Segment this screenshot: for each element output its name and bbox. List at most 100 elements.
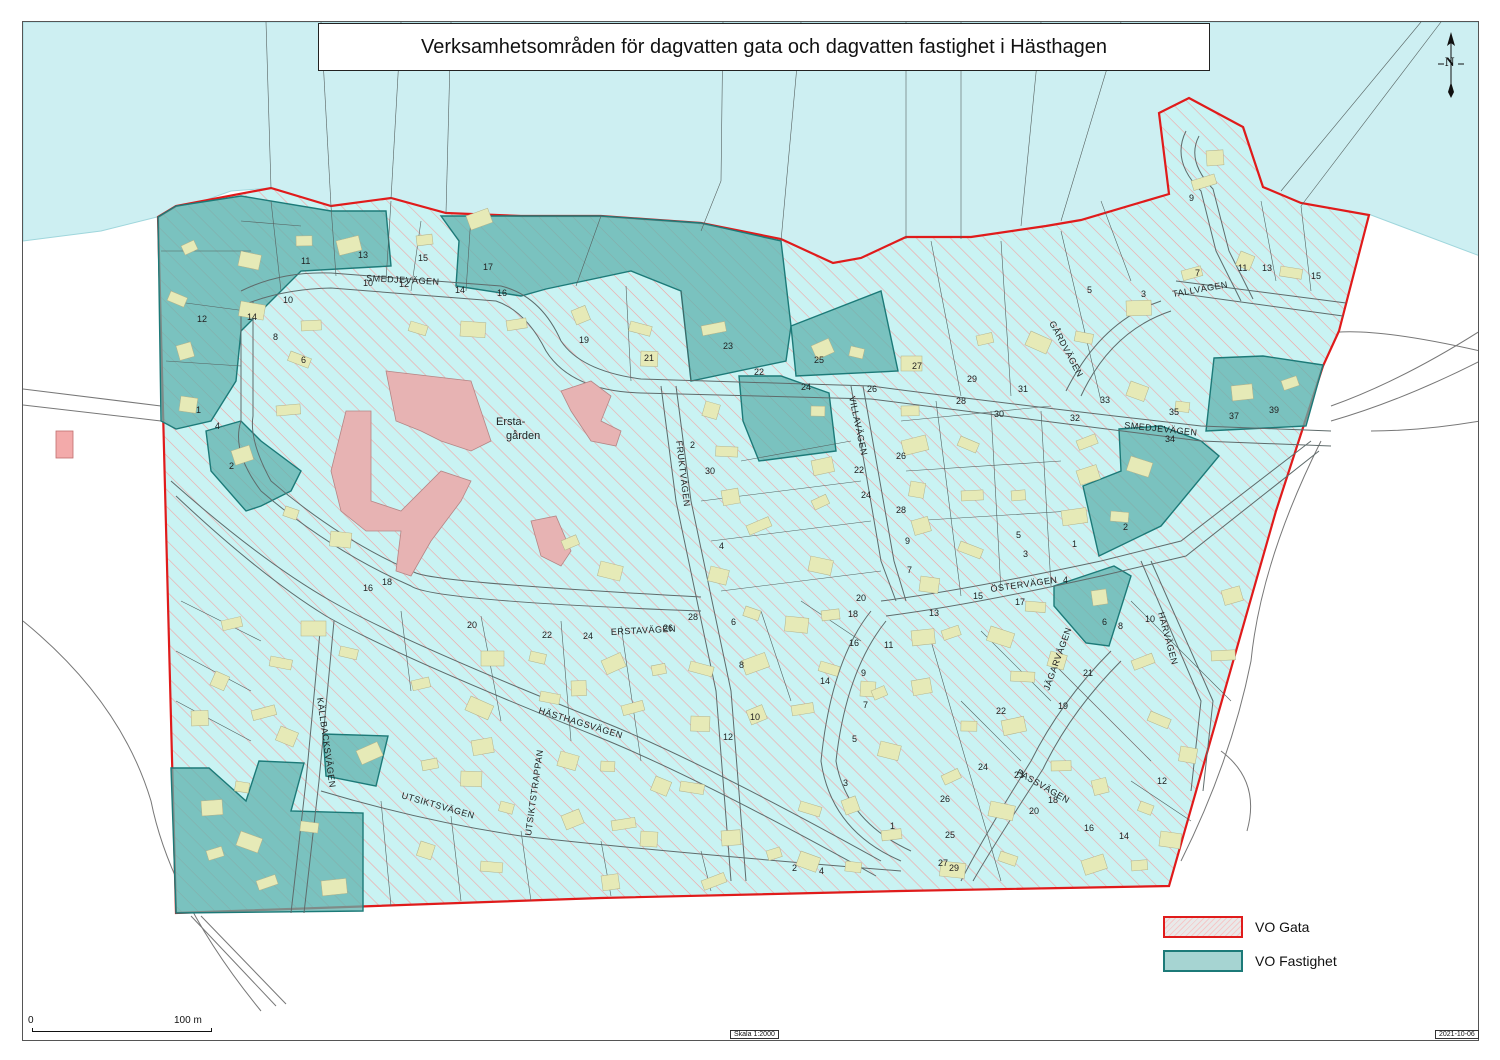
plot-number: 24 [583,631,593,641]
outside-building [55,430,74,459]
legend-item-gata: VO Gata [1163,910,1337,944]
plot-number: 30 [994,409,1004,419]
plot-number: 14 [1119,831,1129,841]
house [690,715,711,732]
plot-number: 26 [663,623,673,633]
plot-number: 4 [819,866,824,876]
plot-number: 26 [867,384,877,394]
plot-number: 1 [196,405,201,415]
house [1125,299,1152,317]
plot-number: 4 [215,421,220,431]
map-title: Verksamhetsområden för dagvatten gata oc… [318,23,1210,71]
plot-number: 5 [1016,530,1021,540]
plot-number: 30 [705,466,715,476]
plot-number: 29 [949,863,959,873]
house [200,799,224,817]
legend-label-gata: VO Gata [1255,919,1310,935]
house [784,615,810,634]
house [300,319,322,332]
plot-number: 8 [739,660,744,670]
plot-number: 19 [1058,701,1068,711]
legend-swatch-fastighet [1163,950,1243,972]
plot-number: 8 [1118,621,1123,631]
fastighet-ne-1[interactable] [1205,355,1324,432]
house [960,489,984,502]
plot-number: 23 [1014,770,1024,780]
plot-number: 10 [1145,614,1155,624]
north-arrow: N [1436,30,1466,100]
plot-number: 31 [1018,384,1028,394]
plot-number: 11 [884,640,893,650]
plot-number: 6 [1102,617,1107,627]
house [1178,745,1199,765]
house [910,628,936,647]
house [459,320,487,338]
house [910,677,933,697]
plot-number: 37 [1229,411,1239,421]
house [715,445,739,458]
plot-number: 17 [483,262,493,272]
plot-number: 1 [1072,539,1077,549]
plot-number: 16 [497,288,507,298]
place-label-ersta-1: Ersta- [496,416,526,428]
plot-number: 22 [542,630,552,640]
house [1050,760,1072,772]
plot-number: 5 [852,734,857,744]
plot-number: 25 [814,355,824,365]
house [329,530,353,549]
scale-bar-line [32,1028,212,1032]
plot-number: 24 [978,762,988,772]
house [639,830,659,848]
plot-number: 10 [283,295,293,305]
scale-text: Skala 1:2000 [730,1030,779,1039]
house [960,720,978,732]
map-canvas[interactable]: SMEDJEVÄGEN SMEDJEVÄGEN TALLVÄGEN GÅRDVÄ… [23,22,1479,1041]
house [1210,649,1236,662]
plot-number: 6 [301,355,306,365]
plot-number: 10 [363,278,373,288]
plot-number: 14 [247,312,257,322]
house [600,873,621,892]
legend: VO Gata VO Fastighet [1163,910,1337,978]
plot-number: 14 [455,285,465,295]
plot-number: 11 [301,256,310,266]
house [720,829,742,847]
house [234,780,251,794]
house [460,770,483,787]
legend-item-fastighet: VO Fastighet [1163,944,1337,978]
plot-number: 18 [848,609,858,619]
house [820,608,841,622]
plot-number: 18 [1048,795,1058,805]
plot-number: 32 [1070,413,1080,423]
plot-number: 12 [723,732,733,742]
plot-number: 9 [1189,193,1194,203]
house [1024,600,1047,613]
plot-number: 22 [754,367,764,377]
legend-label-fastighet: VO Fastighet [1255,953,1337,969]
map-frame[interactable]: SMEDJEVÄGEN SMEDJEVÄGEN TALLVÄGEN GÅRDVÄ… [22,21,1479,1041]
house [295,235,313,247]
plot-number: 34 [1165,434,1175,444]
house [600,760,616,772]
plot-number: 10 [750,712,760,722]
plot-number: 20 [1029,806,1039,816]
house [178,395,199,414]
house [415,233,434,247]
house [300,620,327,637]
scale-bar-end: 100 m [174,1015,202,1026]
plot-number: 4 [719,541,724,551]
plot-number: 22 [854,465,864,475]
house [1090,588,1109,607]
plot-number: 20 [856,593,866,603]
plot-number: 15 [973,591,983,601]
house [844,860,863,874]
plot-number: 25 [945,830,955,840]
plot-number: 17 [1015,597,1025,607]
plot-number: 27 [912,361,922,371]
plot-number: 16 [363,583,373,593]
plot-number: 18 [382,577,392,587]
plot-number: 23 [723,341,733,351]
house [900,405,920,417]
house [1205,149,1225,167]
plot-number: 20 [467,620,477,630]
